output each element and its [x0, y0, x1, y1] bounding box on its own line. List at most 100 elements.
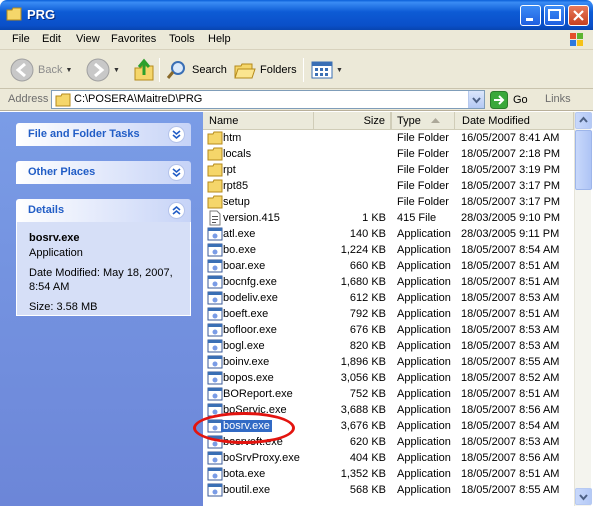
folders-button[interactable]: Folders	[234, 56, 297, 84]
vertical-scrollbar[interactable]	[574, 112, 592, 506]
address-input[interactable]: C:\POSERA\MaitreD\PRG	[51, 90, 485, 109]
scroll-down-button[interactable]	[575, 488, 592, 505]
file-row[interactable]: rpt File Folder 18/05/2007 3:19 PM	[203, 162, 574, 178]
file-row[interactable]: BOReport.exe 752 KB Application 18/05/2007 …	[203, 386, 574, 402]
file-size: 1,224 KB	[340, 244, 386, 256]
search-label: Search	[192, 64, 227, 76]
file-row[interactable]: boinv.exe 1,896 KB Application 18/05/2007 8…	[203, 354, 574, 370]
file-date: 18/05/2007 8:51 AM	[461, 388, 560, 400]
back-arrow-icon	[10, 58, 34, 82]
file-name: rpt	[223, 164, 236, 176]
file-row[interactable]: htm File Folder 16/05/2007 8:41 AM	[203, 130, 574, 146]
address-dropdown-button[interactable]	[468, 91, 484, 108]
file-folder-tasks-header[interactable]: File and Folder Tasks	[16, 123, 191, 146]
links-button[interactable]: Links	[545, 93, 571, 105]
details-file-name: bosrv.exe	[29, 232, 80, 244]
views-button[interactable]: ▼	[311, 56, 343, 84]
go-button[interactable]: Go	[490, 90, 528, 109]
address-path: C:\POSERA\MaitreD\PRG	[74, 93, 203, 105]
menu-view[interactable]: View	[76, 33, 100, 45]
search-button[interactable]: Search	[166, 56, 227, 84]
file-row[interactable]: version.415 1 KB 415 File 28/03/2005 9:10 P…	[203, 210, 574, 226]
up-folder-button[interactable]	[133, 56, 155, 84]
back-button[interactable]: Back ▼	[10, 56, 72, 84]
file-row[interactable]: boSrvProxy.exe 404 KB Application 18/05/200…	[203, 450, 574, 466]
file-date: 18/05/2007 8:51 AM	[461, 276, 560, 288]
back-dropdown-icon[interactable]: ▼	[65, 67, 72, 74]
file-folder-tasks-panel: File and Folder Tasks	[16, 123, 191, 146]
file-row[interactable]: bodeliv.exe 612 KB Application 18/05/2007 8…	[203, 290, 574, 306]
window-title: PRG	[27, 7, 56, 22]
minimize-button[interactable]	[520, 5, 541, 26]
menu-edit[interactable]: Edit	[42, 33, 61, 45]
file-name: bodeliv.exe	[223, 292, 278, 304]
file-name: boinv.exe	[223, 356, 270, 368]
forward-dropdown-icon[interactable]: ▼	[113, 67, 120, 74]
views-dropdown-icon[interactable]: ▼	[336, 67, 343, 74]
file-date: 18/05/2007 8:56 AM	[461, 404, 560, 416]
file-type: Application	[397, 420, 451, 432]
application-icon	[207, 242, 223, 258]
file-size: 1,680 KB	[340, 276, 386, 288]
column-size[interactable]: Size	[313, 112, 391, 130]
file-date: 18/05/2007 3:19 PM	[461, 164, 561, 176]
collapse-chevron-icon[interactable]	[168, 202, 185, 219]
file-row[interactable]: locals File Folder 18/05/2007 2:18 PM	[203, 146, 574, 162]
file-date: 18/05/2007 3:17 PM	[461, 180, 561, 192]
file-row[interactable]: rpt85 File Folder 18/05/2007 3:17 PM	[203, 178, 574, 194]
file-row[interactable]: boeft.exe 792 KB Application 18/05/2007 8:5…	[203, 306, 574, 322]
chevron-up-icon	[579, 116, 588, 123]
column-type[interactable]: Type	[391, 112, 455, 130]
details-size: Size: 3.58 MB	[29, 301, 98, 313]
forward-button[interactable]: ▼	[86, 56, 120, 84]
file-name: atl.exe	[223, 228, 256, 240]
file-folder-tasks-title: File and Folder Tasks	[28, 128, 140, 140]
file-row[interactable]: atl.exe 140 KB Application 28/03/2005 9:11 …	[203, 226, 574, 242]
scroll-up-button[interactable]	[575, 112, 592, 129]
file-row[interactable]: setup File Folder 18/05/2007 3:17 PM	[203, 194, 574, 210]
details-date-modified: Date Modified: May 18, 2007, 8:54 AM	[29, 267, 173, 293]
close-button[interactable]	[568, 5, 589, 26]
title-bar[interactable]: PRG	[0, 0, 593, 30]
file-type: 415 File	[397, 212, 437, 224]
file-date: 18/05/2007 8:56 AM	[461, 452, 560, 464]
file-row[interactable]: bofloor.exe 676 KB Application 18/05/2007 8…	[203, 322, 574, 338]
application-icon	[207, 482, 223, 498]
menu-tools[interactable]: Tools	[169, 33, 195, 45]
menu-help[interactable]: Help	[208, 33, 231, 45]
menu-favorites[interactable]: Favorites	[111, 33, 156, 45]
other-places-title: Other Places	[28, 166, 96, 178]
details-title: Details	[28, 204, 65, 216]
maximize-button[interactable]	[544, 5, 565, 26]
column-header: Name Size Type Date Modified	[203, 112, 574, 130]
scroll-thumb[interactable]	[575, 130, 592, 190]
file-row[interactable]: bota.exe 1,352 KB Application 18/05/2007 8:…	[203, 466, 574, 482]
folder-icon	[207, 178, 223, 194]
expand-chevron-icon[interactable]	[168, 126, 185, 143]
file-row[interactable]: boutil.exe 568 KB Application 18/05/2007 8:…	[203, 482, 574, 498]
menu-file[interactable]: File	[12, 33, 30, 45]
file-row[interactable]: bopos.exe 3,056 KB Application 18/05/2007 8…	[203, 370, 574, 386]
other-places-header[interactable]: Other Places	[16, 161, 191, 184]
folder-icon	[207, 162, 223, 178]
details-header[interactable]: Details	[16, 199, 191, 222]
file-row[interactable]: bogl.exe 820 KB Application 18/05/2007 8:53…	[203, 338, 574, 354]
file-type: Application	[397, 324, 451, 336]
file-row[interactable]: bocnfg.exe 1,680 KB Application 18/05/2007 …	[203, 274, 574, 290]
file-size: 820 KB	[349, 340, 386, 352]
file-type: Application	[397, 404, 451, 416]
file-type: Application	[397, 484, 451, 496]
file-row[interactable]: boar.exe 660 KB Application 18/05/2007 8:51…	[203, 258, 574, 274]
file-type: Application	[397, 260, 451, 272]
file-size: 792 KB	[349, 308, 386, 320]
folder-icon	[207, 130, 223, 146]
toolbar: Back ▼ ▼ Search Folders ▼	[0, 50, 593, 89]
search-icon	[166, 61, 185, 79]
minimize-icon	[526, 18, 533, 21]
expand-chevron-icon[interactable]	[168, 164, 185, 181]
file-date: 28/03/2005 9:10 PM	[461, 212, 561, 224]
folder-icon	[207, 146, 223, 162]
file-row[interactable]: bo.exe 1,224 KB Application 18/05/2007 8:54…	[203, 242, 574, 258]
column-date-modified[interactable]: Date Modified	[455, 112, 574, 130]
file-name: bo.exe	[223, 244, 257, 256]
